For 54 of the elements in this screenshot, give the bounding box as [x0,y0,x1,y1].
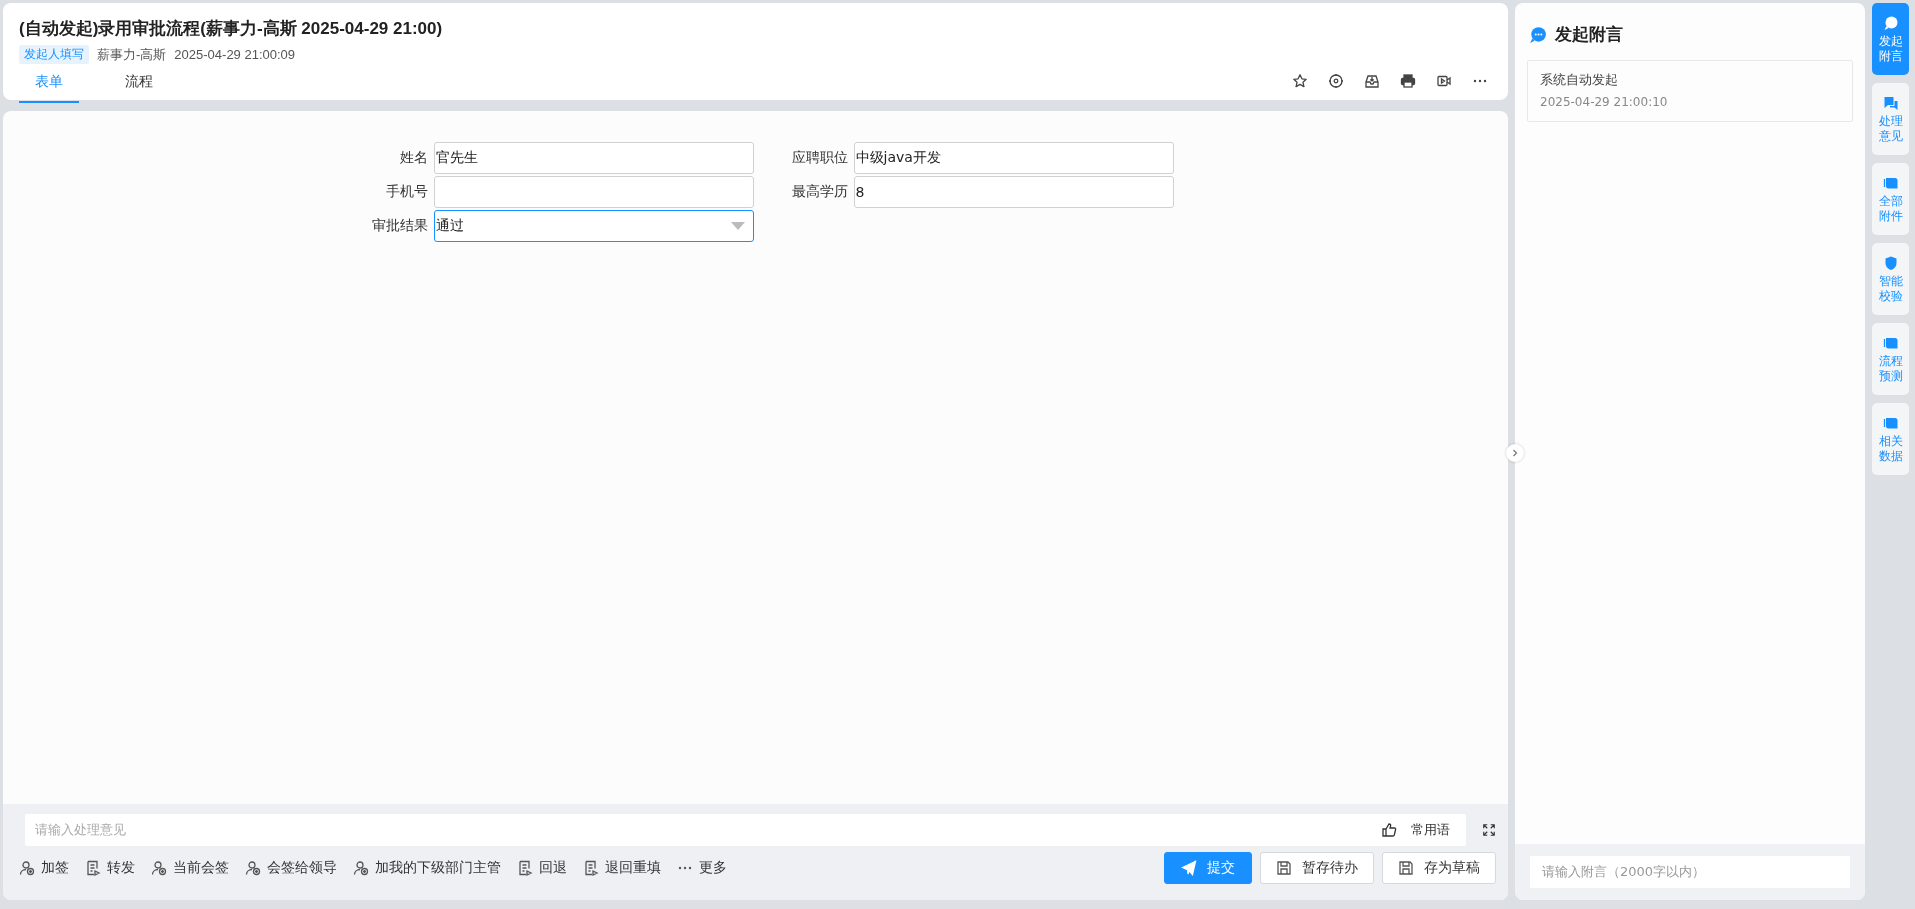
panel-title: 发起附言 [1555,23,1623,46]
chat-bubble-icon [1529,25,1547,44]
action-button[interactable]: 加我的下级部门主管 [353,859,501,877]
action-button[interactable]: 回退 [517,859,567,877]
action-button[interactable]: 会签给领导 [245,859,337,877]
star-icon[interactable] [1292,73,1308,89]
dropdown-icon [730,222,745,230]
folder-icon [1882,415,1899,432]
field-label: 审批结果 [370,217,428,235]
action-button[interactable]: 退回重填 [583,859,661,877]
document-icon [85,860,101,876]
start-time: 2025-04-29 21:00:09 [174,47,296,62]
document-icon [583,860,599,876]
opinion-field[interactable]: 请输入处理意见 常用语 [25,814,1466,846]
document-icon [517,860,533,876]
folder-icon [1882,175,1899,192]
action-button[interactable]: 当前会签 [151,859,229,877]
target-icon[interactable] [1328,73,1344,89]
user-plus-icon [151,860,167,876]
initiator-name: 薪事力-高斯 [97,45,167,64]
input-field[interactable] [433,176,754,208]
thumbs-up-icon [1381,822,1397,838]
chat-bubble-icon [1882,15,1899,32]
select-field[interactable]: 通过 [433,210,754,242]
action-button[interactable]: 更多 [677,859,727,877]
input-field[interactable]: 官先生 [433,142,754,174]
action-button[interactable]: 加签 [19,859,69,877]
input-field[interactable]: 中级java开发 [853,142,1174,174]
page-title: (自动发起)录用审批流程(薪事力-高斯 2025-04-29 21:00) [19,18,444,40]
user-plus-icon [245,860,261,876]
comment-icon [1882,95,1899,112]
action-button[interactable]: 转发 [85,859,135,877]
field-label: 最高学历 [790,183,848,201]
folder-icon [1882,335,1899,352]
printer-icon[interactable] [1400,73,1416,89]
save-button[interactable]: 存为草稿 [1382,852,1496,884]
input-field[interactable]: 8 [853,176,1174,208]
save-button[interactable]: 暂存待办 [1260,852,1374,884]
field-label: 手机号 [384,183,428,201]
role-tag: 发起人填写 [19,45,89,64]
note-text: 系统自动发起 [1540,71,1619,89]
user-plus-icon [353,860,369,876]
user-plus-icon [19,860,35,876]
tab[interactable]: 流程 [109,64,169,103]
inbox-icon[interactable] [1364,73,1380,89]
note-time: 2025-04-29 21:00:10 [1540,95,1669,109]
video-icon[interactable] [1436,73,1452,89]
send-icon [1181,860,1197,876]
expand-icon[interactable] [1482,823,1496,837]
chevron-right-icon [1511,449,1519,457]
field-label: 姓名 [398,149,428,167]
phrases-button[interactable]: 常用语 [1375,820,1456,840]
field-label: 应聘职位 [790,149,848,167]
collapse-toggle[interactable] [1506,444,1524,462]
